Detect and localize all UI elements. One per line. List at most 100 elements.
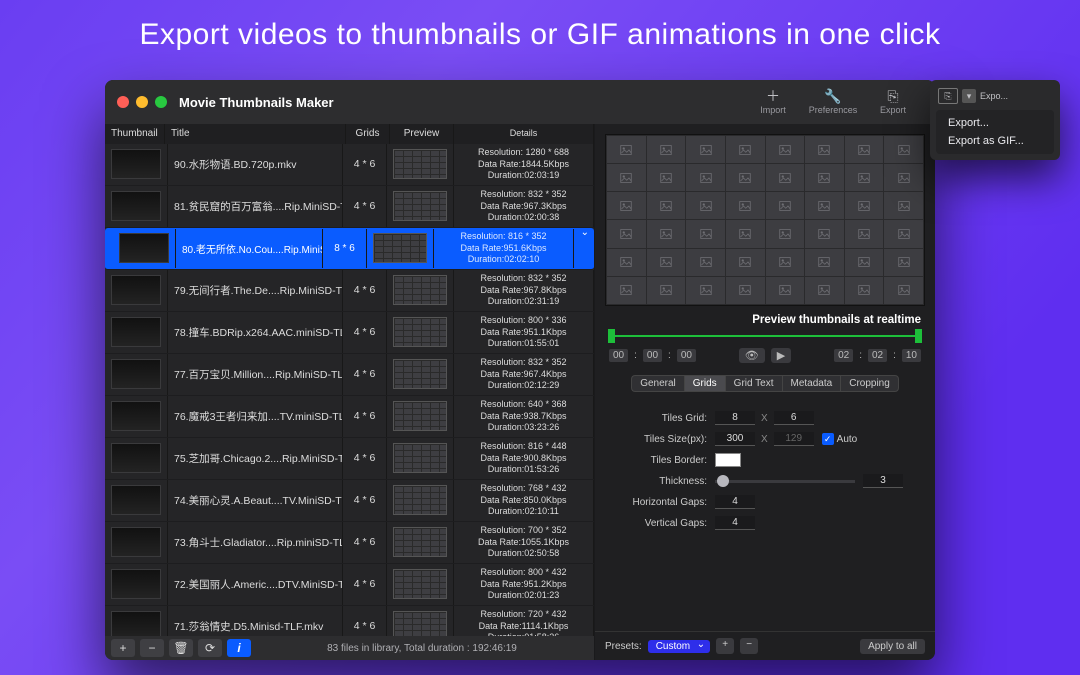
export-as-gif-menu-item[interactable]: Export as GIF... [936,132,1054,150]
thumbnail-image [111,275,161,305]
tab-general[interactable]: General [631,375,684,392]
export-menu: Export... Export as GIF... [936,110,1054,154]
grids-cell: 4 * 6 [343,312,387,353]
grid-cell [766,192,805,219]
refresh-button[interactable]: ⟳ [198,639,222,657]
export-button[interactable]: ⎘ Export [863,87,923,117]
tab-grids[interactable]: Grids [684,375,725,392]
title-cell: 79.无间行者.The.De....Rip.MiniSD-TLF.mkv [168,270,343,311]
play-icon[interactable]: ▶ [771,348,791,363]
border-color-swatch[interactable] [715,453,741,467]
table-row[interactable]: 75.芝加哥.Chicago.2....Rip.MiniSD-TLF.mkv4 … [105,438,594,480]
minimize-icon[interactable] [136,96,148,108]
grid-cell [884,220,923,247]
header-title[interactable]: Title [165,124,346,144]
thickness-slider[interactable] [715,480,855,483]
table-row[interactable]: 81.贫民窟的百万富翁....Rip.MiniSD-TLF.mkv4 * 6Re… [105,186,594,228]
tab-cropping[interactable]: Cropping [840,375,899,392]
tab-grid-text[interactable]: Grid Text [725,375,782,392]
settings-tabs: GeneralGridsGrid TextMetadataCropping [609,375,921,392]
preferences-label: Preferences [809,105,858,115]
apply-to-all-button[interactable]: Apply to all [860,639,925,654]
table-row[interactable]: 74.美丽心灵.A.Beaut....TV.MiniSD-TLF.mkv4 * … [105,480,594,522]
range-handle-right[interactable] [915,329,922,343]
title-cell: 77.百万宝贝.Million....Rip.MiniSD-TLF.mkv [168,354,343,395]
trash-button[interactable]: 🗑 [169,639,193,657]
table-row[interactable]: 73.角斗士.Gladiator....Rip.miniSD-TLF.mkv4 … [105,522,594,564]
grid-cell [726,249,765,276]
header-thumbnail[interactable]: Thumbnail [105,124,165,144]
chevron-down-icon[interactable]: ▾ [962,89,976,103]
export-icon[interactable]: ⎘ [938,88,958,104]
presets-label: Presets: [605,641,642,652]
table-row[interactable]: 78.撞车.BDRip.x264.AAC.miniSD-TLF.mkv4 * 6… [105,312,594,354]
range-track[interactable] [609,332,921,340]
grid-cell [647,277,686,304]
grid-cell [766,220,805,247]
auto-toggle[interactable]: ✓ Auto [822,433,858,445]
tab-metadata[interactable]: Metadata [782,375,841,392]
details-cell: Resolution: 832 * 352Data Rate:967.8Kbps… [454,270,594,311]
thumbnail-image [111,569,161,599]
grid-cell [647,249,686,276]
tiles-grid-y[interactable] [774,411,814,425]
details-cell: Resolution: 700 * 352Data Rate:1055.1Kbp… [454,522,594,563]
import-button[interactable]: ＋ Import [743,87,803,117]
hgaps-value[interactable] [715,495,755,509]
table-row[interactable]: 90.水形物语.BD.720p.mkv4 * 6Resolution: 1280… [105,144,594,186]
presets-select[interactable]: Custom [648,640,710,653]
info-button[interactable]: i [227,639,251,657]
details-cell: Resolution: 816 * 448Data Rate:900.8Kbps… [454,438,594,479]
close-icon[interactable] [117,96,129,108]
details-cell: Resolution: 720 * 432Data Rate:1114.1Kbp… [454,606,594,636]
grid-cell [805,220,844,247]
range-handle-left[interactable] [608,329,615,343]
grid-cell [805,277,844,304]
slider-knob[interactable] [717,475,729,487]
tiles-grid-x[interactable] [715,411,755,425]
export-menu-item[interactable]: Export... [936,114,1054,132]
table-row[interactable]: 72.美国丽人.Americ....DTV.MiniSD-TLF.mkv4 * … [105,564,594,606]
settings-grids: Tiles Grid: X Tiles Size(px): X ✓ Auto [595,396,935,545]
thumbnail-image [111,443,161,473]
details-cell: Resolution: 1280 * 688Data Rate:1844.5Kb… [454,144,594,185]
thumbnail-image [111,317,161,347]
preferences-button[interactable]: 🔧 Preferences [803,87,863,117]
preset-bar: Presets: Custom + − Apply to all [595,631,935,660]
add-button[interactable]: + [111,639,135,657]
thickness-label: Thickness: [609,476,707,487]
grid-cell [884,249,923,276]
thumbnail-image [111,485,161,515]
time-right-mm: 02 [868,349,887,362]
time-left-mm: 00 [643,349,662,362]
thickness-value[interactable] [863,474,903,488]
grid-cell [726,164,765,191]
header-preview[interactable]: Preview [390,124,454,144]
table-row[interactable]: 79.无间行者.The.De....Rip.MiniSD-TLF.mkv4 * … [105,270,594,312]
table-row[interactable]: 71.莎翁情史.D5.Minisd-TLF.mkv4 * 6Resolution… [105,606,594,636]
eye-icon[interactable]: 👁 [739,348,765,363]
header-details[interactable]: Details [454,124,594,144]
thumbnail-image [111,149,161,179]
time-bar: 00 : 00 : 00 👁 ▶ 02 : 02 : 10 [609,348,921,363]
thumbnail-grid-preview [605,134,925,306]
table-header: Thumbnail Title Grids Preview Details [105,124,594,144]
grid-cell [686,220,725,247]
table-row[interactable]: 80.老无所依.No.Cou....Rip.MiniSD-TLF.mkv8 * … [105,228,594,270]
preset-remove-button[interactable]: − [740,638,758,654]
table-row[interactable]: 76.魔戒3王者归来加....TV.miniSD-TLF.mkv4 * 6Res… [105,396,594,438]
header-grids[interactable]: Grids [346,124,390,144]
preset-add-button[interactable]: + [716,638,734,654]
vgaps-value[interactable] [715,516,755,530]
preview-mini-icon [393,191,447,221]
zoom-icon[interactable] [155,96,167,108]
time-right-ss: 10 [902,349,921,362]
tiles-size-h [774,432,814,446]
grid-cell [845,220,884,247]
title-cell: 80.老无所依.No.Cou....Rip.MiniSD-TLF.mkv [176,229,323,268]
table-row[interactable]: 77.百万宝贝.Million....Rip.MiniSD-TLF.mkv4 *… [105,354,594,396]
title-cell: 72.美国丽人.Americ....DTV.MiniSD-TLF.mkv [168,564,343,605]
grid-cell [884,192,923,219]
remove-button[interactable]: − [140,639,164,657]
tiles-size-w[interactable] [715,432,755,446]
